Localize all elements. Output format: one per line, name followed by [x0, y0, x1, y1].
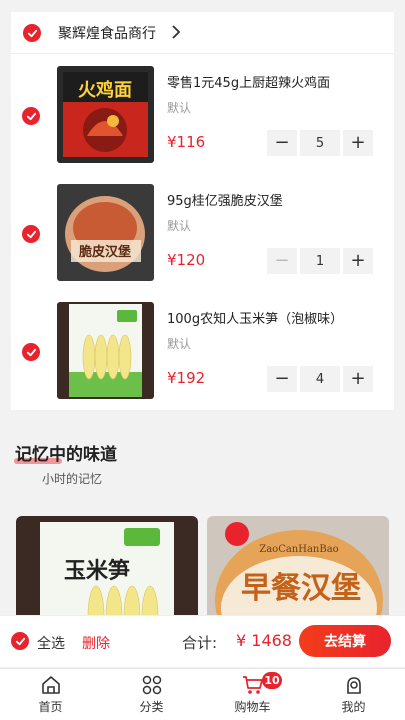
tab-profile[interactable]: 我的: [303, 669, 404, 720]
svg-text:玉米笋: 玉米笋: [64, 558, 130, 584]
item-check-icon[interactable]: [22, 225, 40, 243]
shop-check-icon[interactable]: [23, 24, 41, 42]
increase-button[interactable]: +: [343, 248, 373, 274]
svg-text:脆皮汉堡: 脆皮汉堡: [78, 244, 131, 260]
cart-item: 100g农知人玉米笋（泡椒味） 默认 ¥192 − 4 +: [11, 298, 394, 414]
recommend-title: 记忆中的味道: [15, 445, 117, 465]
tab-cart[interactable]: 购物车: [202, 669, 303, 720]
product-spec: 默认: [167, 101, 192, 115]
total-label: 合计:: [182, 634, 218, 652]
decrease-button[interactable]: −: [267, 248, 297, 274]
product-price: ¥116: [167, 133, 206, 151]
svg-text:早餐汉堡: 早餐汉堡: [241, 571, 361, 606]
checkout-bar: 全选 删除 合计: ¥ 1468 去结算: [0, 615, 405, 667]
product-image[interactable]: [57, 302, 154, 399]
product-spec: 默认: [167, 219, 192, 233]
tab-label: 购物车: [234, 700, 271, 714]
product-title[interactable]: 95g桂亿强脆皮汉堡: [167, 190, 283, 209]
quantity-value[interactable]: 4: [300, 366, 340, 392]
select-all-label[interactable]: 全选: [37, 633, 65, 653]
quantity-stepper: − 5 +: [267, 130, 373, 156]
total-value: ¥ 1468: [236, 631, 292, 650]
tab-home[interactable]: 首页: [0, 669, 101, 720]
tab-label: 分类: [139, 700, 164, 714]
product-spec: 默认: [167, 337, 192, 351]
bottom-tab-bar: 首页 分类 购物车 我的 10: [0, 668, 405, 720]
tab-label: 首页: [38, 700, 63, 714]
home-icon: [42, 676, 60, 694]
cart-icon: [243, 676, 263, 694]
product-title[interactable]: 零售1元45g上厨超辣火鸡面: [167, 72, 330, 91]
product-price: ¥120: [167, 251, 206, 269]
cart-card: 聚辉煌食品商行 火鸡面 零售1元45g上厨超辣火鸡面 默认 ¥116 − 5 +: [11, 12, 394, 410]
quantity-value[interactable]: 1: [300, 248, 340, 274]
delete-button[interactable]: 删除: [82, 633, 110, 653]
cart-item: 火鸡面 零售1元45g上厨超辣火鸡面 默认 ¥116 − 5 +: [11, 62, 394, 178]
svg-text:ZaoCanHanBao: ZaoCanHanBao: [259, 544, 338, 555]
user-icon: [347, 677, 361, 694]
chevron-right-icon[interactable]: [169, 24, 183, 40]
checkout-button[interactable]: 去结算: [299, 625, 391, 657]
shop-name[interactable]: 聚辉煌食品商行: [58, 23, 156, 43]
product-price: ¥192: [167, 369, 206, 387]
select-all-check-icon[interactable]: [11, 632, 29, 650]
cart-count-badge: 10: [262, 672, 282, 689]
quantity-stepper: − 1 +: [267, 248, 373, 274]
shop-header[interactable]: 聚辉煌食品商行: [11, 12, 394, 54]
svg-text:火鸡面: 火鸡面: [78, 79, 132, 101]
item-check-icon[interactable]: [22, 343, 40, 361]
cart-item: 脆皮汉堡 95g桂亿强脆皮汉堡 默认 ¥120 − 1 +: [11, 180, 394, 296]
product-title[interactable]: 100g农知人玉米笋（泡椒味）: [167, 308, 343, 327]
increase-button[interactable]: +: [343, 130, 373, 156]
decrease-button[interactable]: −: [267, 366, 297, 392]
tab-category[interactable]: 分类: [101, 669, 202, 720]
grid-icon: [142, 675, 162, 695]
decrease-button[interactable]: −: [267, 130, 297, 156]
increase-button[interactable]: +: [343, 366, 373, 392]
tab-label: 我的: [341, 700, 366, 714]
top-spacer: [0, 0, 405, 12]
product-image[interactable]: 火鸡面: [57, 66, 154, 163]
product-image[interactable]: 脆皮汉堡: [57, 184, 154, 281]
quantity-value[interactable]: 5: [300, 130, 340, 156]
recommend-subtitle: 小时的记忆: [42, 472, 103, 486]
item-check-icon[interactable]: [22, 107, 40, 125]
quantity-stepper: − 4 +: [267, 366, 373, 392]
